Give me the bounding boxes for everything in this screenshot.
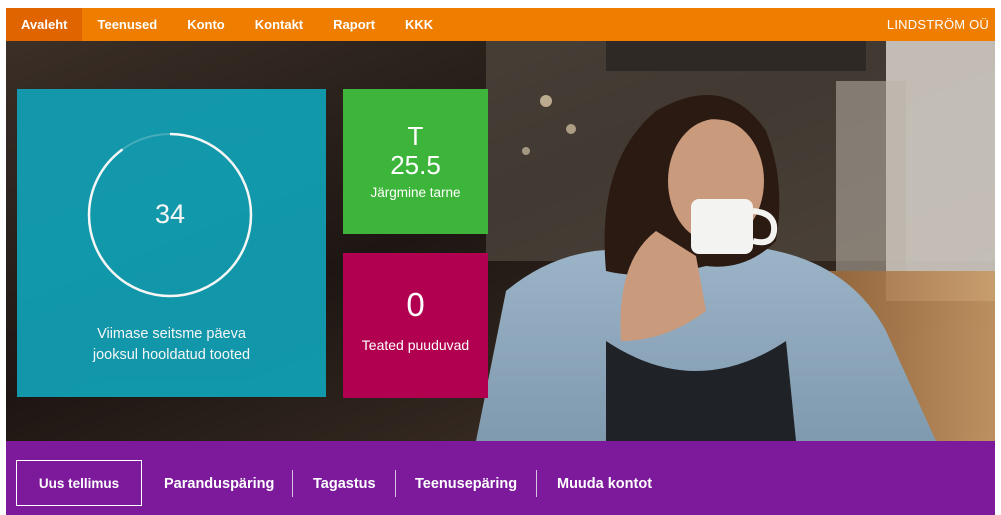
hero-banner: 34 Viimase seitsme päeva jooksul hooldat…	[6, 41, 995, 441]
nav-item-account[interactable]: Konto	[172, 8, 240, 41]
notifications-label: Teated puuduvad	[361, 337, 470, 353]
new-order-button[interactable]: Uus tellimus	[16, 460, 142, 506]
divider	[395, 470, 396, 497]
company-name[interactable]: LINDSTRÖM OÜ	[887, 17, 995, 32]
divider	[536, 470, 537, 497]
delivery-date: 25.5	[390, 150, 441, 180]
nav-item-home[interactable]: Avaleht	[6, 8, 83, 41]
repair-request-link[interactable]: Paranduspäring	[164, 476, 274, 492]
delivery-label: Järgmine tarne	[370, 185, 461, 200]
return-link[interactable]: Tagastus	[313, 476, 376, 492]
serviced-caption-line1: Viimase seitsme päeva	[97, 326, 246, 342]
serviced-count: 34	[154, 199, 186, 229]
next-delivery-tile[interactable]: T 25.5 Järgmine tarne	[343, 89, 488, 234]
nav-item-contact[interactable]: Kontakt	[240, 8, 318, 41]
action-bar: Uus tellimus Paranduspäring Tagastus Tee…	[6, 441, 995, 515]
serviced-caption-line2: jooksul hooldatud tooted	[92, 347, 251, 363]
divider	[292, 470, 293, 497]
nav-item-faq[interactable]: KKK	[390, 8, 448, 41]
service-request-link[interactable]: Teenusepäring	[415, 476, 517, 492]
serviced-caption: Viimase seitsme päeva jooksul hooldatud …	[37, 324, 306, 366]
edit-account-link[interactable]: Muuda kontot	[557, 476, 652, 492]
nav-item-report[interactable]: Raport	[318, 8, 390, 41]
notifications-count: 0	[406, 286, 425, 323]
app-frame: Avaleht Teenused Konto Kontakt Raport KK…	[6, 8, 995, 515]
serviced-products-tile[interactable]: 34 Viimase seitsme päeva jooksul hooldat…	[17, 89, 326, 397]
nav-item-services[interactable]: Teenused	[82, 8, 172, 41]
top-navigation: Avaleht Teenused Konto Kontakt Raport KK…	[6, 8, 995, 41]
notifications-tile[interactable]: 0 Teated puuduvad	[343, 253, 488, 398]
delivery-day-letter: T	[407, 121, 424, 151]
